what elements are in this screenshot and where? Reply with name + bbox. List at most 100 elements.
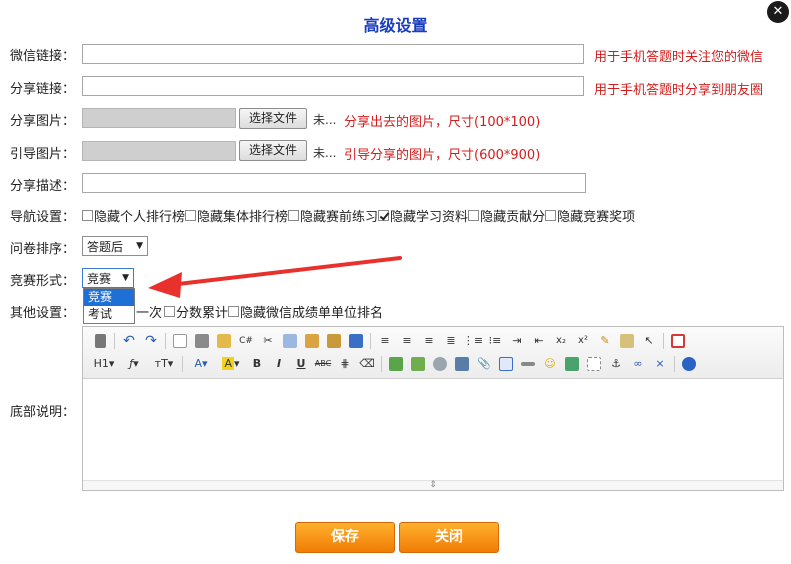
pagebreak-icon[interactable] bbox=[583, 354, 605, 374]
subscript-icon[interactable]: x₂ bbox=[550, 331, 572, 351]
indent-icon[interactable]: ⇥ bbox=[506, 331, 528, 351]
guide-image-hint: 引导分享的图片，尺寸(600*900) bbox=[344, 148, 541, 163]
horizontal-rule-icon[interactable] bbox=[517, 354, 539, 374]
share-image-hint: 分享出去的图片，尺寸(100*100) bbox=[344, 115, 541, 130]
highlight-color-icon[interactable]: A ▾ bbox=[216, 354, 246, 374]
paste-text-icon[interactable] bbox=[323, 331, 345, 351]
nav-option-awards[interactable]: 隐藏竞赛奖项 bbox=[545, 206, 635, 225]
print-icon[interactable] bbox=[191, 331, 213, 351]
superscript-icon[interactable]: x² bbox=[572, 331, 594, 351]
nav-option-contribution[interactable]: 隐藏贡献分 bbox=[468, 206, 545, 225]
align-right-icon[interactable]: ≡ bbox=[418, 331, 440, 351]
divider bbox=[165, 332, 166, 349]
anchor-icon[interactable]: ⚓ bbox=[605, 354, 627, 374]
divider bbox=[674, 355, 675, 372]
italic-icon[interactable]: I bbox=[268, 354, 290, 374]
line-height-icon[interactable]: ⋕ bbox=[334, 354, 356, 374]
editor-content-area[interactable] bbox=[83, 379, 783, 489]
other-option-hide-unit-rank[interactable]: 隐藏微信成绩单单位排名 bbox=[228, 302, 383, 321]
help-icon[interactable] bbox=[678, 354, 700, 374]
template-icon[interactable] bbox=[213, 331, 235, 351]
wechat-link-input[interactable] bbox=[82, 44, 584, 64]
underline-icon[interactable]: U bbox=[290, 354, 312, 374]
close-button[interactable]: 关闭 bbox=[399, 522, 499, 553]
bold-icon[interactable]: B bbox=[246, 354, 268, 374]
code-icon[interactable]: C# bbox=[235, 331, 257, 351]
wechat-link-hint: 用于手机答题时关注您的微信 bbox=[594, 50, 764, 65]
align-left-icon[interactable]: ≡ bbox=[374, 331, 396, 351]
cursor-icon[interactable]: ↖ bbox=[638, 331, 660, 351]
dropdown-option-contest[interactable]: 竞赛 bbox=[84, 289, 134, 306]
clear-format-icon[interactable]: ✎ bbox=[594, 331, 616, 351]
redo-icon[interactable]: ↷ bbox=[140, 331, 162, 351]
nav-option-study-material[interactable]: 隐藏学习资料 bbox=[378, 206, 468, 225]
strikethrough-icon[interactable]: ABC bbox=[312, 354, 334, 374]
fullscreen-icon[interactable] bbox=[667, 331, 689, 351]
align-center-icon[interactable]: ≡ bbox=[396, 331, 418, 351]
guide-image-path bbox=[82, 141, 236, 161]
unlink-icon[interactable]: ⨯ bbox=[649, 354, 671, 374]
align-justify-icon[interactable]: ≣ bbox=[440, 331, 462, 351]
unordered-list-icon[interactable]: ⁝≡ bbox=[484, 331, 506, 351]
ordered-list-icon[interactable]: ⋮≡ bbox=[462, 331, 484, 351]
preview-icon[interactable] bbox=[169, 331, 191, 351]
eraser-icon[interactable]: ⌫ bbox=[356, 354, 378, 374]
checkbox[interactable] bbox=[228, 306, 240, 317]
nav-option-personal-rank[interactable]: 隐藏个人排行榜 bbox=[82, 206, 185, 225]
undo-icon[interactable]: ↶ bbox=[118, 331, 140, 351]
checkbox[interactable] bbox=[468, 210, 480, 221]
dropdown-option-exam[interactable]: 考试 bbox=[84, 306, 134, 323]
divider bbox=[114, 332, 115, 349]
other-option-score-accumulate[interactable]: 分数累计 bbox=[164, 302, 228, 321]
editor-resize-handle[interactable]: ⇕ bbox=[83, 480, 783, 490]
nav-option-practice[interactable]: 隐藏赛前练习 bbox=[288, 206, 378, 225]
checkbox[interactable] bbox=[185, 210, 197, 221]
map-icon[interactable] bbox=[561, 354, 583, 374]
checkbox[interactable] bbox=[82, 210, 93, 221]
share-link-input[interactable] bbox=[82, 76, 584, 96]
contest-form-dropdown: 竞赛 考试 bbox=[83, 288, 135, 324]
other-settings-label: 其他设置： bbox=[10, 306, 76, 321]
share-desc-input[interactable] bbox=[82, 173, 586, 193]
share-image-choose-button[interactable]: 选择文件 bbox=[239, 108, 307, 129]
source-icon[interactable] bbox=[89, 331, 111, 351]
guide-image-choose-button[interactable]: 选择文件 bbox=[239, 140, 307, 161]
emoticon-icon[interactable]: ☺ bbox=[539, 354, 561, 374]
contest-form-select[interactable]: 竞赛 ▼ bbox=[82, 268, 134, 288]
nav-settings-options: 隐藏个人排行榜 隐藏集体排行榜 隐藏赛前练习 隐藏学习资料 隐藏贡献分 隐藏竞赛… bbox=[82, 206, 635, 225]
paste-icon[interactable] bbox=[301, 331, 323, 351]
cut-icon[interactable]: ✂ bbox=[257, 331, 279, 351]
multi-image-icon[interactable] bbox=[407, 354, 429, 374]
checkbox[interactable] bbox=[545, 210, 557, 221]
other-settings-options: 一次 分数累计 隐藏微信成绩单单位排名 bbox=[136, 302, 383, 321]
toolbar-row-1: ↶ ↷ C# ✂ ≡ ≡ ≡ ≣ ⋮≡ ⁝≡ ⇥ ⇤ x₂ x² ✎ ↖ bbox=[89, 329, 777, 352]
divider bbox=[182, 355, 183, 372]
font-size-icon[interactable]: тT ▾ bbox=[149, 354, 179, 374]
select-all-icon[interactable] bbox=[616, 331, 638, 351]
font-family-icon[interactable]: ƒ ▾ bbox=[119, 354, 149, 374]
paste-word-icon[interactable] bbox=[345, 331, 367, 351]
link-icon[interactable]: ∞ bbox=[627, 354, 649, 374]
save-button[interactable]: 保存 bbox=[295, 522, 395, 553]
share-image-label: 分享图片： bbox=[10, 114, 76, 129]
copy-icon[interactable] bbox=[279, 331, 301, 351]
other-option-once[interactable]: 一次 bbox=[136, 302, 162, 321]
attachment-icon[interactable]: 📎 bbox=[473, 354, 495, 374]
flash-icon[interactable] bbox=[429, 354, 451, 374]
nav-option-group-rank[interactable]: 隐藏集体排行榜 bbox=[185, 206, 288, 225]
font-color-icon[interactable]: A ▾ bbox=[186, 354, 216, 374]
rich-text-editor: ↶ ↷ C# ✂ ≡ ≡ ≡ ≣ ⋮≡ ⁝≡ ⇥ ⇤ x₂ x² ✎ ↖ H1 … bbox=[82, 326, 784, 491]
media-icon[interactable] bbox=[451, 354, 473, 374]
share-desc-label: 分享描述： bbox=[10, 179, 76, 194]
question-order-select[interactable]: 答题后 ▼ bbox=[82, 236, 148, 256]
checkbox[interactable] bbox=[164, 306, 176, 317]
table-icon[interactable] bbox=[495, 354, 517, 374]
bottom-desc-label: 底部说明： bbox=[10, 405, 76, 420]
heading-icon[interactable]: H1 ▾ bbox=[89, 354, 119, 374]
close-icon[interactable]: ✕ bbox=[767, 1, 789, 23]
checkbox-checked[interactable] bbox=[378, 210, 390, 221]
share-image-status: 未... bbox=[313, 113, 337, 127]
image-icon[interactable] bbox=[385, 354, 407, 374]
outdent-icon[interactable]: ⇤ bbox=[528, 331, 550, 351]
checkbox[interactable] bbox=[288, 210, 300, 221]
